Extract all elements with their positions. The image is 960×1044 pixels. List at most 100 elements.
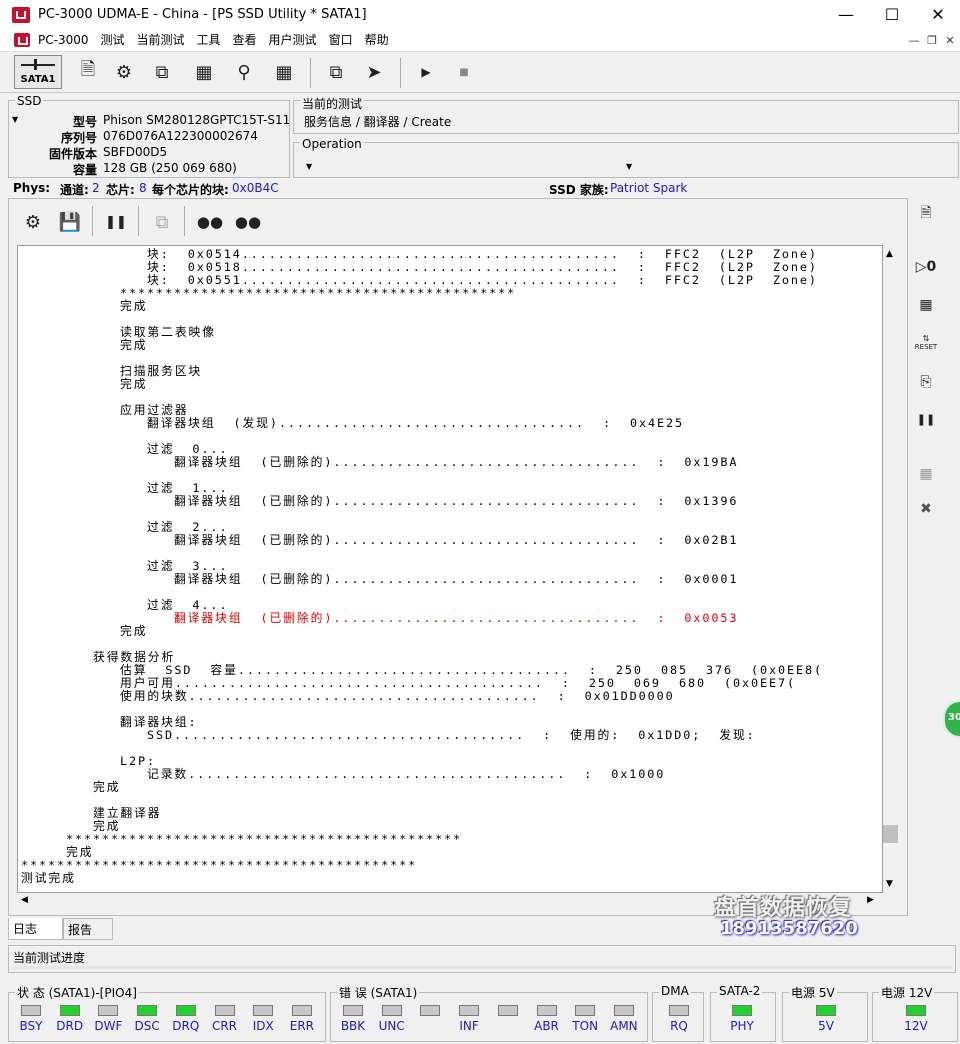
export-icon[interactable]: ⚙ xyxy=(19,208,47,236)
error-group-label: 错 误 (SATA1) xyxy=(337,984,420,1001)
error-led-label: ABR xyxy=(534,1019,559,1033)
scroll-down-icon[interactable]: ▼ xyxy=(886,879,893,889)
log-line: 翻译器块组 (已删除的)............................… xyxy=(21,611,739,625)
side-tools-icon[interactable]: ✖ xyxy=(914,497,938,521)
side-info-icon[interactable]: 🗎 xyxy=(914,202,938,226)
progress-bar xyxy=(12,966,952,969)
ssd-group-label: SSD xyxy=(15,94,44,108)
log-line: 翻译器块组 (已删除的)............................… xyxy=(21,494,739,508)
mdi-close-button[interactable]: ✕ xyxy=(942,34,958,48)
menu-test[interactable]: 测试 xyxy=(94,30,130,51)
log-line: 完成 xyxy=(21,624,148,638)
grid-icon[interactable]: ▦ xyxy=(270,58,298,86)
state-led xyxy=(291,1005,312,1016)
binoculars-icon[interactable]: ●● xyxy=(196,208,224,236)
scroll-thumb[interactable] xyxy=(883,825,898,843)
ssd-family-value: Patriot Spark xyxy=(610,181,688,195)
sata-group-label: SATA-2 xyxy=(717,984,763,998)
log-console[interactable]: 块: 0x0514...............................… xyxy=(17,245,883,893)
ssd-info-group: SSD ▼ 型号 Phison SM280128GPTC15T-S114 序列号… xyxy=(8,94,290,178)
log-line: 完成 xyxy=(21,780,121,794)
log-line: SSD.....................................… xyxy=(21,728,756,742)
operation-dropdown-icon[interactable]: ▼ xyxy=(306,162,312,171)
sata-phy-led xyxy=(732,1005,752,1016)
minimize-button[interactable]: — xyxy=(823,0,869,30)
state-led-label: BSY xyxy=(19,1019,43,1033)
error-led xyxy=(497,1005,518,1016)
close-button[interactable]: ✕ xyxy=(915,0,960,30)
tab-report[interactable]: 报告 xyxy=(63,918,113,940)
app-icon[interactable] xyxy=(12,7,30,23)
error-led xyxy=(459,1005,480,1016)
state-led xyxy=(59,1005,80,1016)
mdi-minimize-button[interactable]: — xyxy=(906,34,922,48)
sata-group: SATA-2 PHY xyxy=(710,984,776,1042)
menu-view[interactable]: 查看 xyxy=(227,30,263,51)
sata-plug-icon xyxy=(34,59,37,70)
state-led xyxy=(21,1005,41,1016)
menu-tools[interactable]: 工具 xyxy=(191,30,227,51)
windows-icon[interactable]: ⧉ xyxy=(322,58,350,86)
pause-icon[interactable]: ❚❚ xyxy=(102,208,130,236)
title-bar: PC-3000 UDMA-E - China - [PS SSD Utility… xyxy=(0,0,960,30)
side-chip-icon[interactable]: ▦ xyxy=(914,293,938,317)
state-led-label: DRQ xyxy=(172,1019,200,1033)
main-toolbar: SATA1 🗎 ⚙ ⧉ ▦ ⚲ ▦ ⧉ ➤ ▶ ■ xyxy=(0,52,960,93)
serial-key: 序列号 xyxy=(60,131,97,145)
side-pause-icon[interactable]: ❚❚ xyxy=(914,407,938,431)
vertical-scrollbar[interactable]: ▲ ▼ xyxy=(883,245,899,893)
run-man-icon[interactable]: ➤ xyxy=(360,58,388,86)
error-led-label: BBK xyxy=(340,1019,366,1033)
play-icon[interactable]: ▶ xyxy=(412,58,440,86)
side-reset-icon[interactable]: ⇅ RESET xyxy=(914,330,938,354)
blocks-per-chip-value: 0x0B4C xyxy=(232,181,279,195)
state-led xyxy=(137,1005,158,1016)
progress-group: 当前测试进度 xyxy=(8,945,956,973)
mdi-restore-button[interactable]: ❐ xyxy=(924,34,940,48)
menu-user-test[interactable]: 用户测试 xyxy=(263,30,323,51)
menu-bar: PC-3000 测试 当前测试 工具 查看 用户测试 窗口 帮助 xyxy=(0,30,960,52)
gear-chip-icon[interactable]: ⚙ xyxy=(110,58,138,86)
model-key: 型号 xyxy=(72,115,97,129)
tab-log[interactable]: 日志 xyxy=(8,918,63,940)
current-test-group: 当前的测试 服务信息 / 翻译器 / Create xyxy=(293,95,959,134)
log-line: 使用的块数...................................… xyxy=(21,689,675,703)
error-led-label: AMN xyxy=(610,1019,638,1033)
menu-current-test[interactable]: 当前测试 xyxy=(131,30,191,51)
side-probe-icon[interactable]: ⎘ xyxy=(914,370,938,394)
lab-flask-icon[interactable]: ⚲ xyxy=(230,58,258,86)
floating-badge[interactable]: 30 xyxy=(943,700,960,738)
side-power-icon[interactable]: ▷0 xyxy=(914,255,938,279)
state-led xyxy=(175,1005,196,1016)
scroll-right-icon[interactable]: ▶ xyxy=(867,895,874,905)
chip-icon[interactable]: ▦ xyxy=(190,58,218,86)
window-title: PC-3000 UDMA-E - China - [PS SSD Utility… xyxy=(38,7,367,22)
menu-window[interactable]: 窗口 xyxy=(323,30,359,51)
phys-label: Phys: xyxy=(13,181,51,195)
maximize-button[interactable]: ☐ xyxy=(869,0,915,30)
power-5v-label: 5V xyxy=(818,1019,834,1033)
log-line: 完成 xyxy=(21,377,148,391)
chip-value: 8 xyxy=(139,181,147,195)
log-line: 测试完成 xyxy=(21,871,76,885)
log-line: ****************************************… xyxy=(21,858,418,872)
log-line: 翻译器块组 (已删除的)............................… xyxy=(21,533,739,547)
menu-pc3000[interactable]: PC-3000 xyxy=(32,30,94,51)
scroll-left-icon[interactable]: ◀ xyxy=(21,895,28,905)
save-log-icon[interactable]: 💾 xyxy=(56,208,84,236)
copy-chips-icon[interactable]: ⧉ xyxy=(148,58,176,86)
dma-led-label: RQ xyxy=(670,1019,688,1033)
sata-port-button[interactable]: SATA1 xyxy=(14,55,62,89)
capacity-key: 容量 xyxy=(72,163,97,177)
state-led xyxy=(98,1005,119,1016)
mdi-app-icon[interactable] xyxy=(14,33,30,47)
info-icon[interactable]: 🗎 xyxy=(74,58,102,86)
menu-items: PC-3000 测试 当前测试 工具 查看 用户测试 窗口 帮助 xyxy=(32,30,395,51)
power-12v-led xyxy=(906,1005,926,1016)
menu-help[interactable]: 帮助 xyxy=(359,30,395,51)
scroll-up-icon[interactable]: ▲ xyxy=(886,249,893,259)
error-led xyxy=(343,1005,363,1016)
operation-dropdown-icon-2[interactable]: ▼ xyxy=(626,162,632,171)
stop-icon[interactable]: ■ xyxy=(450,58,478,86)
find-next-icon[interactable]: ●● xyxy=(234,208,262,236)
